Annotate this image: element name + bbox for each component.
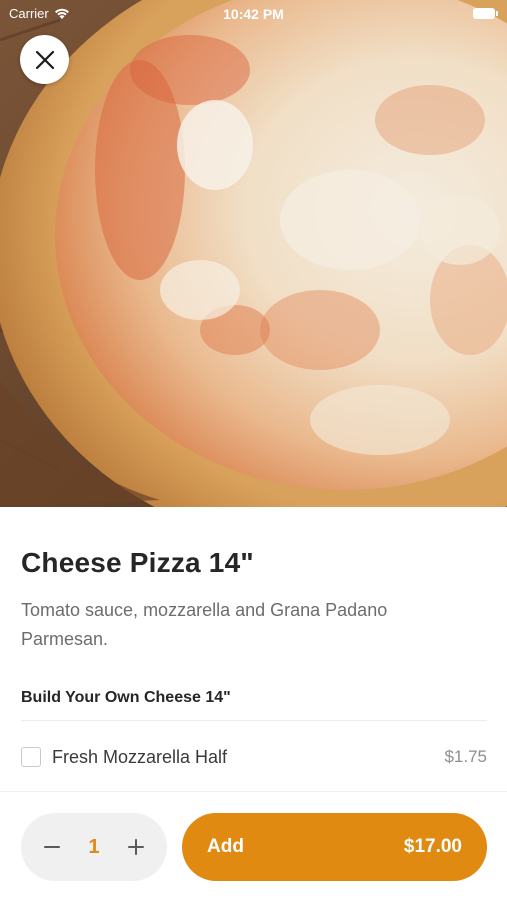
section-divider bbox=[21, 720, 487, 721]
cart-bar: 1 Add $17.00 bbox=[0, 791, 507, 900]
battery-icon bbox=[473, 8, 498, 19]
option-label: Fresh Mozzarella Half bbox=[52, 746, 228, 767]
quantity-stepper: 1 bbox=[21, 813, 167, 881]
option-checkbox[interactable] bbox=[21, 747, 41, 767]
options-section-header: Build Your Own Cheese 14" bbox=[21, 689, 231, 706]
item-detail-screen: Carrier 10:42 PM Cheese Pizza 14" Tomato… bbox=[0, 0, 507, 900]
item-title: Cheese Pizza 14" bbox=[21, 547, 254, 578]
increase-quantity-button[interactable] bbox=[111, 813, 161, 881]
option-row-fresh-mozzarella-half[interactable]: Fresh Mozzarella Half $1.75 bbox=[21, 739, 487, 775]
plus-icon bbox=[128, 839, 144, 855]
pizza-illustration bbox=[0, 0, 507, 507]
add-button-label: Add bbox=[207, 836, 244, 857]
status-bar: Carrier 10:42 PM bbox=[0, 0, 507, 28]
item-description: Tomato sauce, mozzarella and Grana Padan… bbox=[21, 600, 388, 649]
option-price: $1.75 bbox=[444, 747, 487, 766]
close-button[interactable] bbox=[20, 35, 69, 84]
item-photo bbox=[0, 0, 507, 507]
add-button-total: $17.00 bbox=[403, 836, 462, 857]
add-to-cart-button[interactable]: Add $17.00 bbox=[182, 813, 487, 881]
close-icon bbox=[35, 50, 54, 69]
status-time: 10:42 PM bbox=[223, 6, 284, 22]
